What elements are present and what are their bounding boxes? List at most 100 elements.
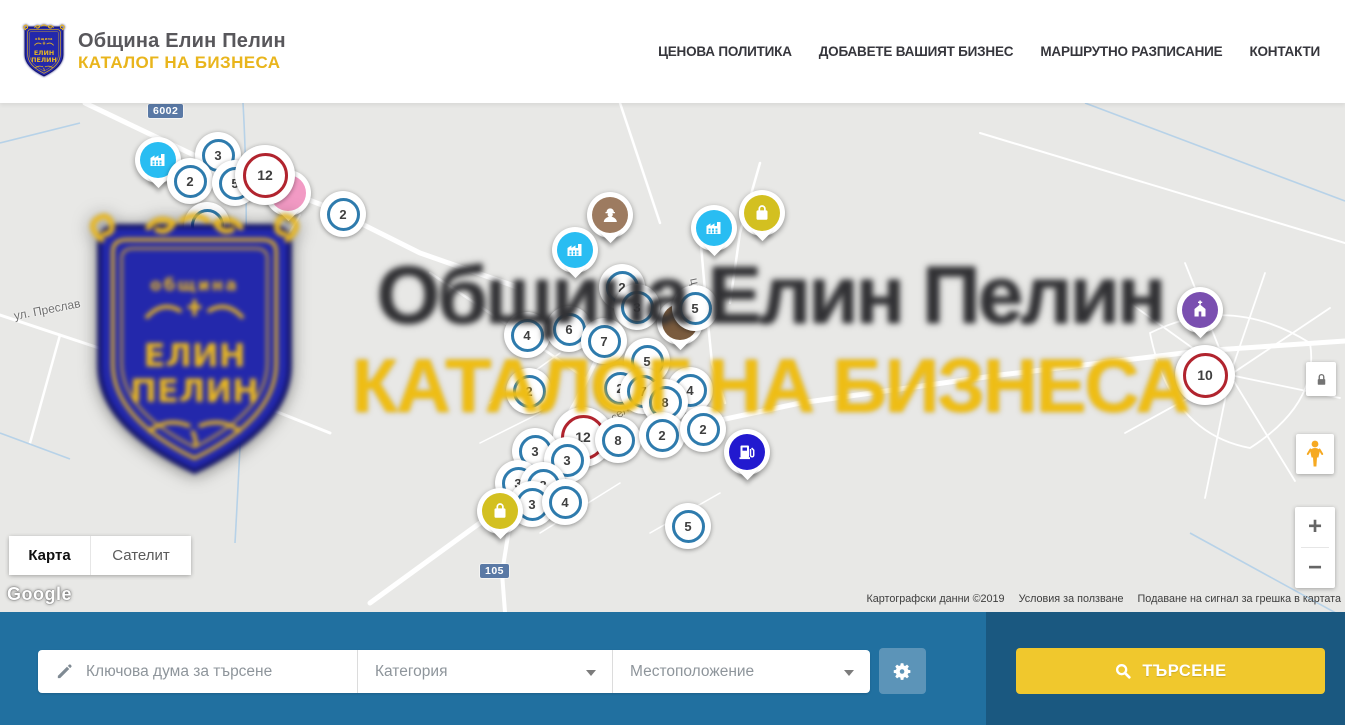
cluster-count: 3 — [528, 497, 535, 512]
main-nav: ЦЕНОВА ПОЛИТИКА ДОБАВЕТЕ ВАШИЯТ БИЗНЕС МАР… — [658, 44, 1320, 59]
map-cluster-marker[interactable]: 5 — [665, 503, 711, 549]
advanced-search-button[interactable] — [879, 648, 926, 694]
chevron-down-icon — [586, 670, 596, 676]
search-keyword-input[interactable] — [86, 663, 357, 681]
fuel-icon — [729, 434, 765, 470]
zoom-in-button[interactable]: + — [1295, 507, 1335, 547]
nav-link[interactable]: ДОБАВЕТЕ ВАШИЯТ БИЗНЕС — [819, 44, 1014, 59]
nav-link[interactable]: МАРШРУТНО РАЗПИСАНИЕ — [1040, 44, 1222, 59]
cluster-ring: 10 — [1183, 353, 1228, 398]
cluster-count: 2 — [699, 422, 706, 437]
cluster-count: 12 — [257, 167, 273, 183]
map-cluster-marker[interactable]: 8 — [595, 417, 641, 463]
map-cluster-marker[interactable]: 4 — [542, 479, 588, 525]
map-pin-bag[interactable] — [739, 190, 785, 236]
worker-icon — [592, 197, 628, 233]
location-select[interactable]: Местоположение — [613, 650, 870, 693]
site-title: Община Елин Пелин — [78, 30, 286, 53]
map-cluster-marker[interactable]: 7 — [581, 318, 627, 364]
map-pin-worker[interactable] — [587, 192, 633, 238]
cluster-count: 3 — [531, 444, 538, 459]
cluster-count: 5 — [691, 301, 698, 316]
map-cluster-marker[interactable]: 10 — [1175, 345, 1235, 405]
site-logo[interactable]: Община Елин Пелин КАТАЛОГ НА БИЗНЕСА — [22, 24, 286, 79]
cluster-ring: 2 — [513, 375, 546, 408]
padlock-icon — [1314, 371, 1329, 388]
map-cluster-marker[interactable]: 2 — [506, 368, 552, 414]
nav-link[interactable]: КОНТАКТИ — [1249, 44, 1320, 59]
church-icon — [1182, 292, 1218, 328]
road-shield: 6002 — [148, 104, 183, 118]
map-pin-fuel[interactable] — [724, 429, 770, 475]
cluster-ring: 5 — [679, 292, 712, 325]
filter-group: Категория Местоположение — [38, 650, 870, 693]
site-subtitle: КАТАЛОГ НА БИЗНЕСА — [78, 53, 286, 73]
municipality-crest-icon — [22, 24, 66, 79]
cluster-count: 2 — [525, 384, 532, 399]
map-cluster-marker[interactable]: 3 — [614, 284, 660, 330]
search-icon — [1114, 662, 1132, 680]
map-type-satellite-button[interactable]: Сателит — [91, 536, 191, 575]
cluster-count: 2 — [339, 207, 346, 222]
cluster-count: 5 — [684, 519, 691, 534]
cluster-count: 2 — [186, 174, 193, 189]
attribution-terms-link[interactable]: Условия за ползване — [1019, 593, 1124, 605]
bag-icon — [482, 493, 518, 529]
cluster-ring: 2 — [327, 198, 360, 231]
pegman-icon — [1303, 439, 1327, 469]
chevron-down-icon — [844, 670, 854, 676]
map-type-map-button[interactable]: Карта — [9, 536, 91, 575]
attribution-data: Картографски данни ©2019 — [866, 593, 1004, 605]
cluster-count: 3 — [563, 453, 570, 468]
pencil-icon — [55, 662, 74, 681]
search-submit-button[interactable]: ТЪРСЕНЕ — [1016, 648, 1325, 694]
gear-icon — [892, 661, 913, 682]
attribution-report-link[interactable]: Подаване на сигнал за грешка в картата — [1138, 593, 1341, 605]
map-pin-factory[interactable] — [691, 205, 737, 251]
map-cluster-marker[interactable]: 2 — [167, 158, 213, 204]
road-shield: 105 — [480, 564, 509, 578]
map-cluster-marker[interactable]: 12 — [235, 145, 295, 205]
map-cluster-marker[interactable]: 2 — [680, 406, 726, 452]
map-pin-church[interactable] — [1177, 287, 1223, 333]
search-bar: Категория Местоположение ТЪРСЕНЕ — [0, 612, 1345, 725]
zoom-control: + − — [1295, 507, 1335, 588]
map-cluster-marker[interactable]: 2 — [320, 191, 366, 237]
cluster-count: 8 — [614, 433, 621, 448]
lock-button[interactable] — [1306, 362, 1336, 396]
cluster-count: 3 — [214, 148, 221, 163]
cluster-count: 4 — [561, 495, 568, 510]
map-pin-factory[interactable] — [552, 227, 598, 273]
google-logo[interactable]: Google — [7, 584, 72, 605]
cluster-count: 7 — [600, 334, 607, 349]
bag-icon — [744, 195, 780, 231]
map-cluster-marker[interactable]: 5 — [672, 285, 718, 331]
cluster-count: 10 — [1197, 367, 1213, 383]
factory-icon — [696, 210, 732, 246]
cluster-ring: 4 — [549, 486, 582, 519]
location-select-value: Местоположение — [630, 663, 754, 681]
cluster-count: 8 — [661, 395, 668, 410]
zoom-out-button[interactable]: − — [1295, 548, 1335, 588]
map-pin-bag[interactable] — [477, 488, 523, 534]
cluster-ring: 3 — [621, 291, 654, 324]
cluster-count: 4 — [523, 328, 530, 343]
map-canvas[interactable]: ул. Преславциибул. „Новосел6002105 32512… — [0, 103, 1345, 612]
street-view-pegman-button[interactable] — [1296, 434, 1334, 474]
category-select[interactable]: Категория — [358, 650, 613, 693]
cluster-count: 3 — [633, 300, 640, 315]
category-select-value: Категория — [375, 663, 447, 681]
cluster-count: 2 — [658, 428, 665, 443]
map-cluster-marker[interactable]: 2 — [639, 412, 685, 458]
cluster-ring: 2 — [687, 413, 720, 446]
nav-link[interactable]: ЦЕНОВА ПОЛИТИКА — [658, 44, 792, 59]
map-cluster-marker[interactable]: 4 — [504, 312, 550, 358]
cluster-count: 4 — [686, 383, 693, 398]
cluster-ring — [191, 209, 224, 242]
map-cluster-marker[interactable] — [184, 202, 230, 248]
site-header: Община Елин Пелин КАТАЛОГ НА БИЗНЕСА ЦЕН… — [0, 0, 1345, 103]
cluster-ring: 2 — [646, 419, 679, 452]
cluster-count: 5 — [643, 354, 650, 369]
map-type-control: Карта Сателит — [9, 536, 191, 575]
factory-icon — [557, 232, 593, 268]
